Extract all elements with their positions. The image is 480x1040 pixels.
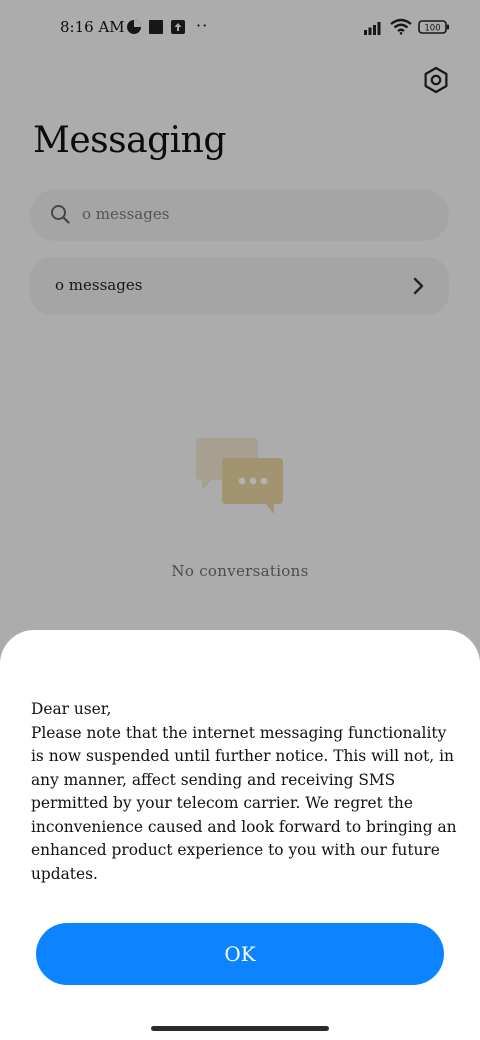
notice-message: Dear user, Please note that the internet… xyxy=(31,698,459,886)
notice-body: Please note that the internet messaging … xyxy=(31,723,457,883)
home-indicator[interactable] xyxy=(151,1026,329,1031)
notice-bottom-sheet: Dear user, Please note that the internet… xyxy=(0,630,480,1040)
notice-greeting: Dear user, xyxy=(31,700,112,718)
ok-button[interactable]: OK xyxy=(36,923,444,985)
